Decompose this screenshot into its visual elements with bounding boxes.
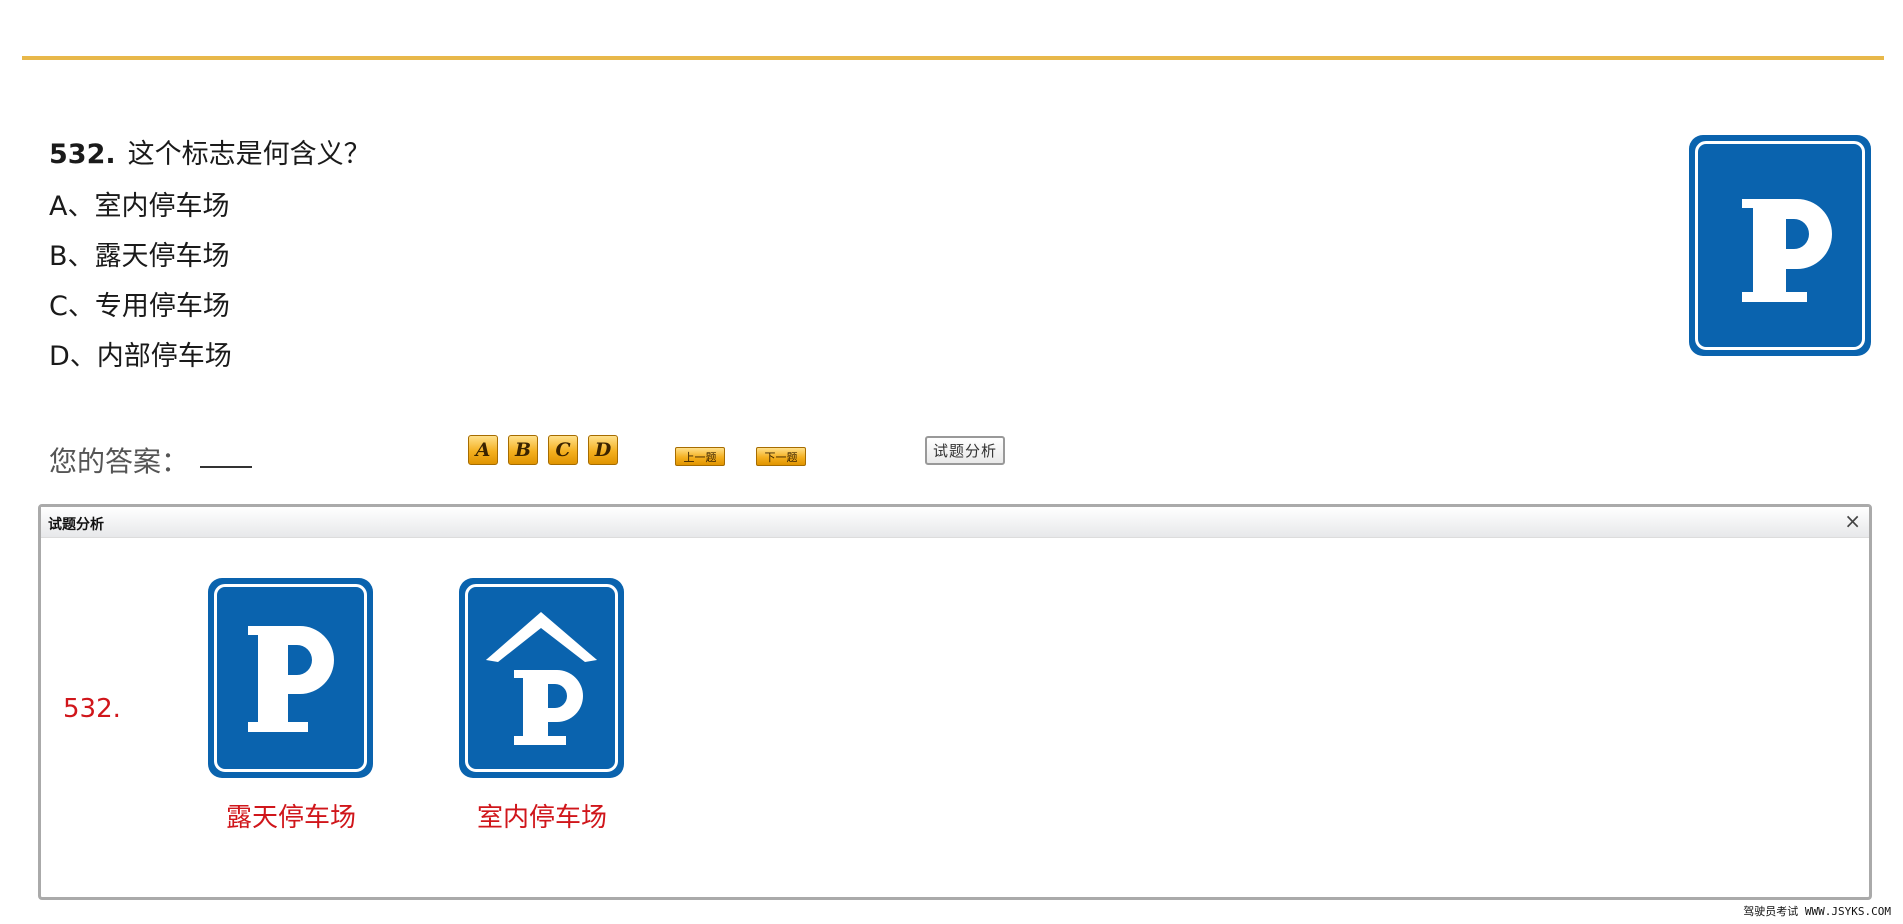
parking-sign-icon: [1689, 135, 1871, 356]
next-question-button[interactable]: 下一题: [756, 447, 806, 466]
question-line: 532. 这个标志是何含义？: [49, 132, 371, 171]
analysis-button[interactable]: 试题分析: [925, 436, 1005, 465]
question-number: 532.: [49, 139, 116, 170]
answer-d-button[interactable]: D: [588, 435, 618, 465]
close-icon[interactable]: ×: [1844, 509, 1861, 533]
indoor-parking-caption: 室内停车场: [476, 803, 607, 833]
question-text: 这个标志是何含义？: [127, 139, 371, 170]
answer-c-button[interactable]: C: [548, 435, 578, 465]
option-c: C、专用停车场: [49, 291, 230, 322]
answer-a-button[interactable]: A: [468, 435, 498, 465]
outdoor-parking-caption: 露天停车场: [225, 803, 356, 833]
option-a: A、室内停车场: [49, 191, 230, 222]
prev-question-button[interactable]: 上一题: [675, 447, 725, 466]
panel-header: 试题分析 ×: [41, 507, 1869, 538]
indoor-parking-sign-icon: [459, 578, 624, 778]
site-watermark: 驾驶员考试 WWW.JSYKS.COM: [1743, 905, 1891, 918]
panel-question-number: 532.: [63, 694, 121, 724]
outdoor-parking-sign-icon: [208, 578, 373, 778]
option-d: D、内部停车场: [49, 341, 232, 372]
top-divider: [22, 56, 1884, 60]
answer-blank: [200, 466, 252, 468]
panel-title: 试题分析: [48, 517, 104, 533]
answer-b-button[interactable]: B: [508, 435, 538, 465]
analysis-panel: 试题分析 × 532. 露天停车场 室内停车场: [38, 504, 1872, 900]
option-b: B、露天停车场: [49, 241, 230, 272]
your-answer-label: 您的答案：: [49, 445, 190, 478]
